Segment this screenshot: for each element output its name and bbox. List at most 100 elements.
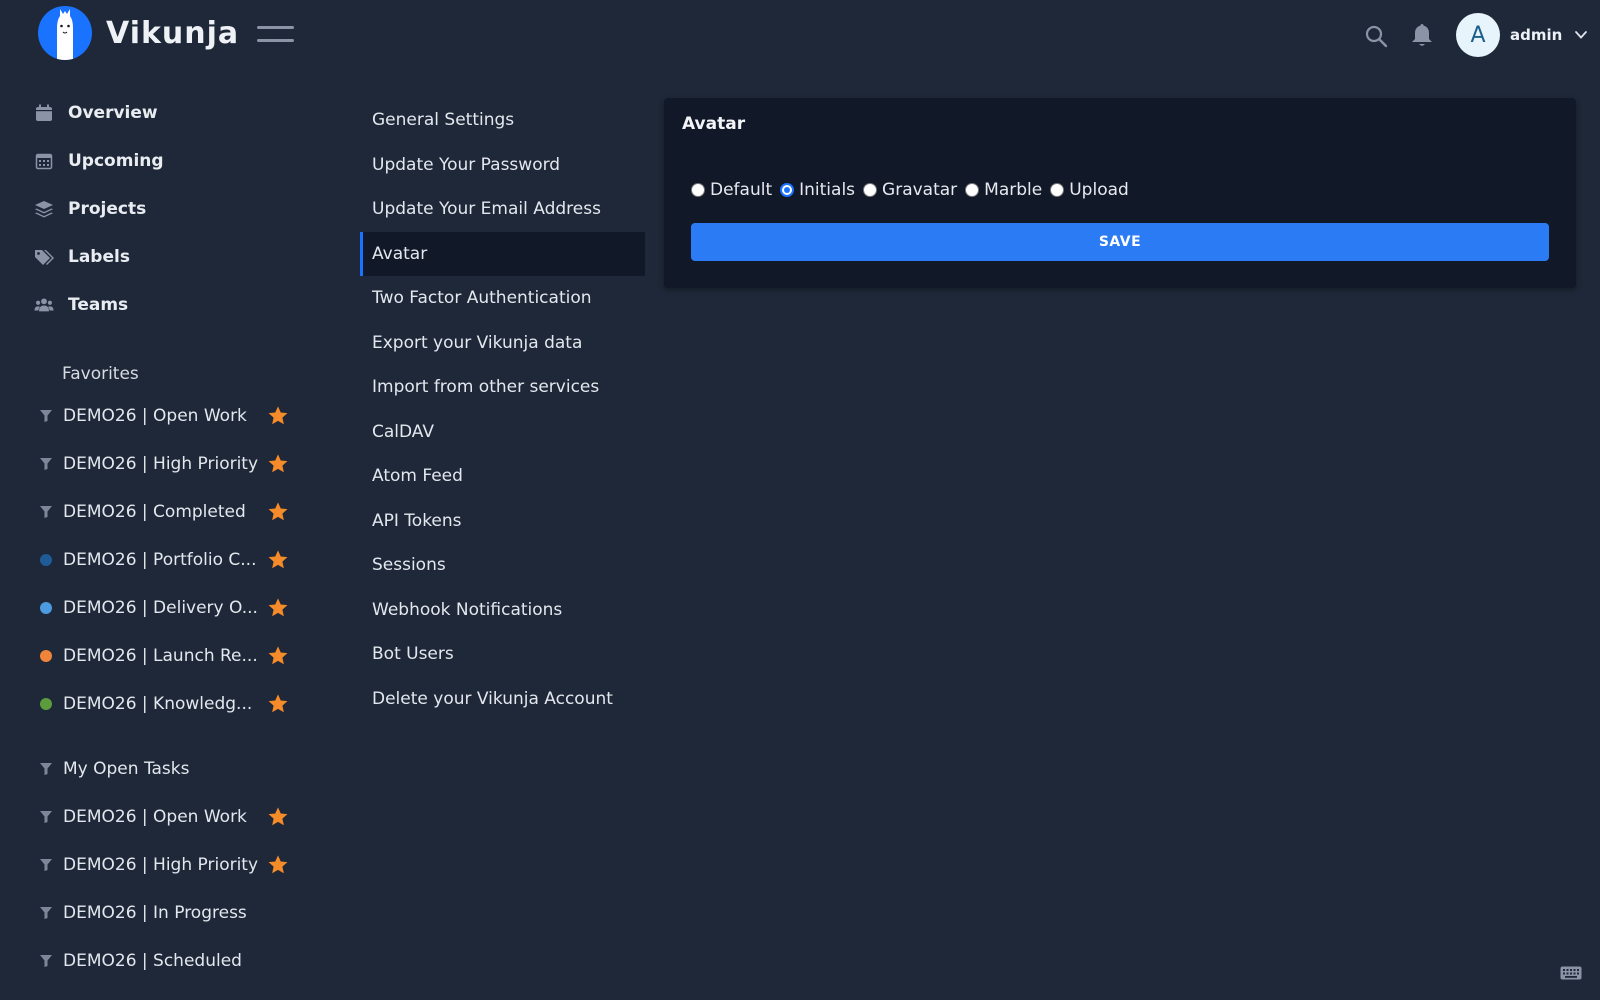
settings-nav-item[interactable]: General Settings xyxy=(360,98,645,142)
star-icon[interactable] xyxy=(267,693,289,715)
settings-nav-label: Two Factor Authentication xyxy=(372,288,592,308)
project-item[interactable]: DEMO26 | High Priority xyxy=(38,449,298,479)
settings-nav-label: Sessions xyxy=(372,555,446,575)
hamburger-icon xyxy=(257,26,294,29)
tags-icon xyxy=(34,247,54,267)
avatar-option-radio[interactable]: Initials xyxy=(780,180,855,200)
calendar-grid-icon xyxy=(34,151,54,171)
radio-circle[interactable] xyxy=(965,183,980,197)
project-item[interactable]: DEMO26 | Scheduled xyxy=(38,946,298,976)
project-name: DEMO26 | High Priority xyxy=(63,454,259,474)
sidebar-item-upcoming[interactable]: Upcoming xyxy=(34,146,164,176)
project-item[interactable]: DEMO26 | High Priority xyxy=(38,850,298,880)
favorites-title: Favorites xyxy=(62,364,139,384)
avatar: A xyxy=(1456,13,1500,57)
settings-nav-label: CalDAV xyxy=(372,421,434,442)
project-name: DEMO26 | Delivery O... xyxy=(63,598,258,618)
radio-label: Marble xyxy=(984,180,1043,200)
project-item[interactable]: DEMO26 | Launch Re... xyxy=(38,641,298,671)
project-name: DEMO26 | Open Work xyxy=(63,406,247,426)
settings-nav-item[interactable]: API Tokens xyxy=(360,499,645,543)
app-name: Vikunja xyxy=(106,15,240,51)
settings-nav-label: General Settings xyxy=(372,110,515,130)
settings-nav-item[interactable]: Export your Vikunja data xyxy=(360,321,645,365)
settings-nav-label: Atom Feed xyxy=(372,466,463,486)
settings-nav-label: Update Your Password xyxy=(372,154,561,175)
sidebar-item-overview[interactable]: Overview xyxy=(34,98,158,128)
settings-nav-item[interactable]: Two Factor Authentication xyxy=(360,276,645,320)
settings-nav-item[interactable]: Webhook Notifications xyxy=(360,588,645,632)
calendar-icon xyxy=(34,103,54,123)
star-icon[interactable] xyxy=(267,806,289,828)
top-header: Vikunja A admin xyxy=(0,0,1600,70)
project-item[interactable]: DEMO26 | Completed xyxy=(38,497,298,527)
search-icon xyxy=(1365,25,1388,48)
project-color-dot xyxy=(38,696,54,712)
star-icon[interactable] xyxy=(267,854,289,876)
radio-circle[interactable] xyxy=(863,183,878,197)
sidebar-item-labels[interactable]: Labels xyxy=(34,242,130,272)
settings-nav-label: Avatar xyxy=(372,243,428,264)
settings-nav-item[interactable]: Delete your Vikunja Account xyxy=(360,677,645,721)
project-name: DEMO26 | Portfolio C... xyxy=(63,550,257,570)
settings-nav-item[interactable]: Import from other services xyxy=(360,365,645,409)
settings-nav-item[interactable]: Sessions xyxy=(360,543,645,587)
settings-nav-item[interactable]: CalDAV xyxy=(360,410,645,454)
save-button[interactable]: SAVE xyxy=(691,223,1549,261)
filter-icon xyxy=(38,761,54,777)
star-icon[interactable] xyxy=(267,501,289,523)
settings-nav-item[interactable]: Avatar xyxy=(360,231,645,276)
avatar-provider-options: Default Initials Gravatar Marble Upload xyxy=(691,180,1137,200)
star-icon[interactable] xyxy=(267,597,289,619)
project-item[interactable]: DEMO26 | Open Work xyxy=(38,401,298,431)
project-item[interactable]: DEMO26 | In Progress xyxy=(38,898,298,928)
project-item[interactable]: My Open Tasks xyxy=(38,754,298,784)
menu-toggle-button[interactable] xyxy=(257,26,294,44)
sidebar-item-teams[interactable]: Teams xyxy=(34,290,128,320)
radio-circle[interactable] xyxy=(780,183,795,197)
sidebar-item-label: Projects xyxy=(68,199,147,219)
avatar-option-radio[interactable]: Default xyxy=(691,180,772,200)
filter-icon xyxy=(38,456,54,472)
notifications-button[interactable] xyxy=(1410,22,1434,48)
star-icon[interactable] xyxy=(267,645,289,667)
radio-circle[interactable] xyxy=(1050,183,1065,197)
project-item[interactable]: DEMO26 | Portfolio C... xyxy=(38,545,298,575)
settings-nav-item[interactable]: Update Your Password xyxy=(360,143,645,187)
project-color-dot xyxy=(38,552,54,568)
users-icon xyxy=(34,295,54,315)
avatar-settings-card: Avatar Default Initials Gravatar Marble Uplo… xyxy=(664,98,1576,288)
avatar-option-radio[interactable]: Marble xyxy=(965,180,1042,200)
app-logo[interactable]: Vikunja xyxy=(38,6,239,60)
project-name: DEMO26 | High Priority xyxy=(63,855,259,875)
project-name: My Open Tasks xyxy=(63,759,190,779)
star-icon[interactable] xyxy=(267,453,289,475)
layers-icon xyxy=(34,199,54,219)
settings-nav-label: API Tokens xyxy=(372,510,462,531)
settings-nav-label: Import from other services xyxy=(372,377,600,397)
keyboard-shortcuts-button[interactable] xyxy=(1560,965,1582,980)
username: admin xyxy=(1510,26,1563,44)
avatar-option-radio[interactable]: Upload xyxy=(1050,180,1129,200)
settings-nav-item[interactable]: Atom Feed xyxy=(360,454,645,498)
star-icon[interactable] xyxy=(267,549,289,571)
settings-nav-label: Update Your Email Address xyxy=(372,199,601,219)
project-name: DEMO26 | Open Work xyxy=(63,807,247,827)
project-item[interactable]: DEMO26 | Open Work xyxy=(38,802,298,832)
filter-icon xyxy=(38,857,54,873)
search-button[interactable] xyxy=(1364,24,1388,48)
avatar-option-radio[interactable]: Gravatar xyxy=(863,180,957,200)
user-menu[interactable]: A admin xyxy=(1456,13,1588,57)
settings-nav-item[interactable]: Bot Users xyxy=(360,632,645,676)
star-icon[interactable] xyxy=(267,405,289,427)
radio-circle[interactable] xyxy=(691,183,705,197)
settings-nav-item[interactable]: Update Your Email Address xyxy=(360,187,645,231)
radio-label: Gravatar xyxy=(882,180,958,200)
project-name: DEMO26 | Scheduled xyxy=(63,951,242,971)
filter-icon xyxy=(38,408,54,424)
project-item[interactable]: DEMO26 | Delivery O... xyxy=(38,593,298,623)
sidebar-item-projects[interactable]: Projects xyxy=(34,194,146,224)
project-item[interactable]: DEMO26 | Knowledg... xyxy=(38,689,298,719)
project-name: DEMO26 | Launch Re... xyxy=(63,646,258,666)
bell-icon xyxy=(1412,24,1432,46)
